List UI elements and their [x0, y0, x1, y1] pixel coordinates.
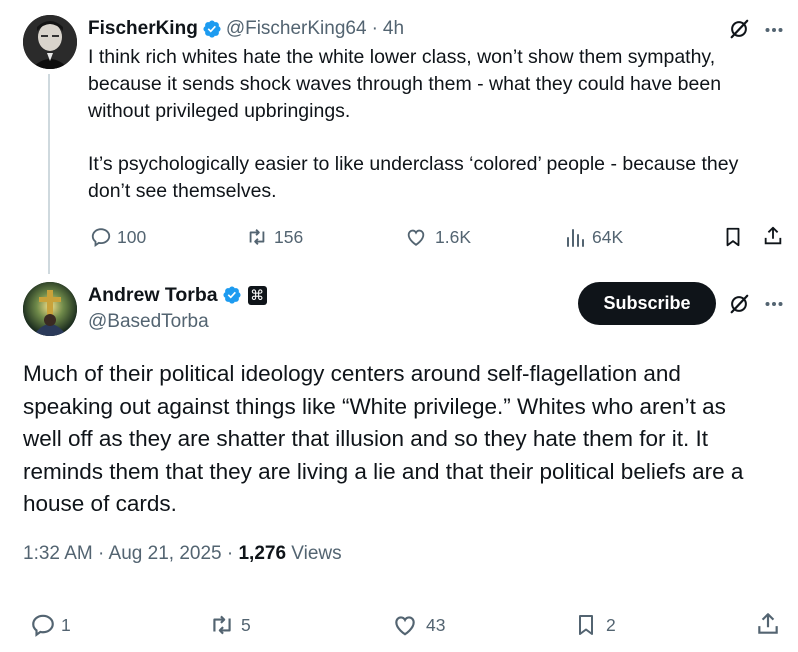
views-label: Views — [286, 543, 342, 564]
affiliate-badge-icon[interactable]: ⌘ — [247, 285, 267, 305]
share-icon — [762, 225, 784, 247]
heart-icon — [392, 612, 418, 638]
text-line: I think rich whites hate the white lower… — [88, 46, 716, 68]
thread-line — [48, 74, 50, 274]
avatar-fischerking[interactable] — [23, 15, 77, 69]
views-count: 1,276 — [238, 543, 287, 564]
text-line: reminds them that they are living a lie … — [23, 458, 744, 484]
grok-icon[interactable] — [728, 18, 750, 40]
bookmark-icon — [722, 226, 744, 248]
text-line: well off as they are shatter that illusi… — [23, 426, 708, 451]
share-icon — [755, 611, 781, 637]
parent-tweet-text: I think rich whites hate the white lower… — [88, 44, 793, 205]
main-tweet-header: Andrew Torba ⌘ — [88, 282, 267, 308]
repost-icon — [245, 226, 269, 248]
main-reply-button[interactable]: 1 — [30, 612, 71, 638]
main-handle[interactable]: @BasedTorba — [88, 311, 209, 333]
like-count: 1.6K — [435, 226, 471, 247]
parent-handle[interactable]: @FischerKing64 — [226, 18, 367, 40]
subscribe-button[interactable]: Subscribe — [578, 282, 716, 325]
heart-icon — [405, 226, 427, 248]
repost-icon — [208, 612, 236, 638]
verified-badge-icon — [222, 285, 242, 305]
bookmark-count: 2 — [606, 614, 616, 635]
like-count: 43 — [426, 614, 446, 635]
avatar-andrewtorba[interactable] — [23, 282, 77, 336]
repost-count: 156 — [274, 226, 304, 247]
text-line: without privileged upbringings. — [88, 100, 351, 122]
more-options-icon[interactable] — [764, 20, 784, 40]
main-display-name[interactable]: Andrew Torba — [88, 284, 218, 307]
grok-icon[interactable] — [728, 293, 750, 315]
parent-repost-button[interactable]: 156 — [245, 226, 303, 248]
main-timestamp[interactable]: 1:32 AM · Aug 21, 2025 · — [23, 543, 238, 564]
main-like-button[interactable]: 43 — [392, 612, 445, 638]
parent-share-button[interactable] — [762, 225, 784, 247]
text-line: because it sends shock waves through the… — [88, 73, 722, 95]
parent-reply-button[interactable]: 100 — [90, 226, 146, 248]
analytics-icon — [566, 226, 586, 248]
text-line: speaking out against things like “White … — [23, 393, 726, 419]
parent-like-button[interactable]: 1.6K — [405, 226, 471, 248]
main-tweet-text: Much of their political ideology centers… — [23, 358, 793, 521]
reply-count: 100 — [117, 226, 147, 247]
parent-views-button[interactable]: 64K — [566, 226, 623, 248]
main-bookmark-button[interactable]: 2 — [574, 612, 616, 638]
reply-icon — [30, 612, 56, 638]
bookmark-icon — [574, 612, 598, 638]
verified-badge-icon — [202, 19, 222, 39]
main-repost-button[interactable]: 5 — [208, 612, 251, 638]
more-options-icon[interactable] — [764, 294, 784, 314]
text-line: It’s psychologically easier to like unde… — [88, 153, 739, 175]
repost-count: 5 — [241, 614, 251, 635]
header-separator: · — [371, 18, 378, 39]
reply-count: 1 — [61, 614, 71, 635]
text-line: Much of their political ideology centers… — [23, 361, 681, 386]
text-line: don’t see themselves. — [88, 180, 277, 202]
parent-display-name[interactable]: FischerKing — [88, 18, 198, 40]
views-count: 64K — [592, 226, 624, 247]
main-share-button[interactable] — [755, 611, 781, 637]
tweet-meta: 1:32 AM · Aug 21, 2025 · 1,276 Views — [23, 543, 342, 565]
parent-bookmark-button[interactable] — [722, 226, 744, 248]
parent-tweet-header: FischerKing @FischerKing64 · 4h — [88, 16, 404, 42]
reply-icon — [90, 226, 112, 248]
parent-timestamp[interactable]: 4h — [383, 18, 404, 40]
text-line: house of cards. — [23, 491, 177, 516]
